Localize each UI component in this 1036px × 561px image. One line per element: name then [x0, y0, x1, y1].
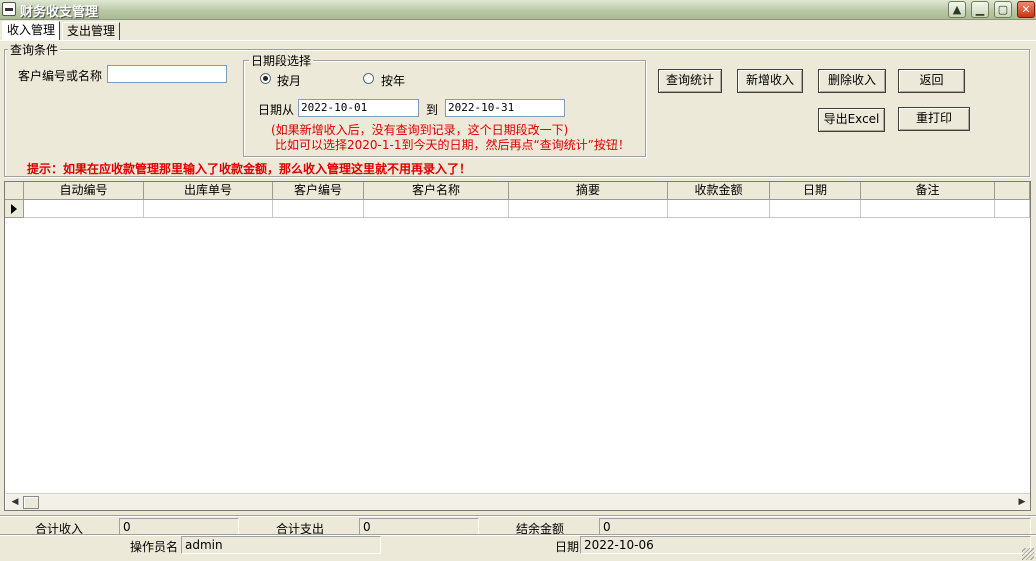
scroll-right-icon[interactable]: ▶ — [1016, 496, 1028, 508]
back-button[interactable]: 返回 — [898, 69, 965, 93]
tab-expense[interactable]: 支出管理 — [62, 22, 121, 40]
column-header[interactable]: 客户名称 — [364, 182, 509, 200]
restore-up-icon[interactable]: ▲ — [948, 1, 966, 18]
date-to-input[interactable]: 2022-10-31 — [445, 99, 565, 117]
summary-divider — [0, 515, 1036, 517]
radio-by-month-label[interactable]: 按月 — [277, 72, 301, 89]
date-note-line2: 比如可以选择2020-1-1到今天的日期，然后再点“查询统计”按钮！ — [275, 138, 630, 152]
title-bar[interactable]: 财务收支管理 ▲ ▁ ▢ ✕ — [0, 0, 1036, 20]
row-indicator[interactable] — [5, 200, 24, 218]
tab-divider — [0, 40, 1036, 41]
operator-label: 操作员名 — [130, 540, 179, 554]
tip-text: 提示：如果在应收款管理那里输入了收款金额，那么收入管理这里就不用再录入了！ — [27, 162, 472, 176]
table-cell[interactable] — [995, 200, 1030, 218]
current-row-pointer-icon — [11, 204, 17, 214]
scroll-left-icon[interactable]: ◀ — [9, 496, 21, 508]
column-header-filler — [995, 182, 1030, 200]
table-cell[interactable] — [861, 200, 995, 218]
delete-income-button[interactable]: 删除收入 — [818, 69, 886, 93]
column-header[interactable]: 收款金额 — [668, 182, 770, 200]
date-value: 2022-10-06 — [580, 536, 1031, 554]
income-data-grid[interactable]: 自动编号 出库单号 客户编号 客户名称 摘要 收款金额 日期 备注 ◀ ▶ — [4, 181, 1031, 511]
table-cell[interactable] — [668, 200, 770, 218]
horizontal-scrollbar[interactable]: ◀ ▶ — [6, 493, 1030, 510]
date-to-label: 到 — [426, 103, 439, 117]
column-header[interactable]: 备注 — [861, 182, 995, 200]
radio-by-month[interactable] — [260, 73, 271, 84]
table-cell[interactable] — [273, 200, 364, 218]
table-cell[interactable] — [509, 200, 668, 218]
table-cell[interactable] — [770, 200, 861, 218]
table-cell[interactable] — [24, 200, 144, 218]
close-icon[interactable]: ✕ — [1017, 1, 1035, 18]
app-menu-icon[interactable] — [2, 2, 16, 16]
reprint-button[interactable]: 重打印 — [898, 107, 970, 131]
date-range-label: 日期段选择 — [249, 52, 314, 69]
column-header[interactable]: 出库单号 — [144, 182, 273, 200]
minimize-icon[interactable]: ▁ — [971, 1, 989, 18]
radio-by-year[interactable] — [363, 73, 374, 84]
column-header[interactable]: 客户编号 — [273, 182, 364, 200]
column-header[interactable]: 自动编号 — [24, 182, 144, 200]
table-cell[interactable] — [144, 200, 273, 218]
query-conditions-label: 查询条件 — [8, 41, 61, 58]
date-from-input[interactable]: 2022-10-01 — [298, 99, 419, 117]
radio-by-year-label[interactable]: 按年 — [381, 72, 405, 89]
resize-grip-icon[interactable] — [1022, 548, 1034, 560]
table-cell[interactable] — [364, 200, 509, 218]
scroll-thumb[interactable] — [23, 496, 39, 509]
column-header[interactable]: 日期 — [770, 182, 861, 200]
export-excel-button[interactable]: 导出Excel — [818, 108, 885, 132]
grid-corner — [5, 182, 24, 200]
operator-value: admin — [181, 536, 381, 554]
date-label: 日期 — [555, 540, 580, 554]
window-title: 财务收支管理 — [20, 5, 99, 20]
query-stats-button[interactable]: 查询统计 — [658, 69, 722, 93]
maximize-icon[interactable]: ▢ — [994, 1, 1012, 18]
customer-label: 客户编号或名称 — [18, 69, 103, 83]
tab-income[interactable]: 收入管理 — [2, 21, 61, 41]
add-income-button[interactable]: 新增收入 — [737, 69, 803, 93]
customer-search-input[interactable] — [107, 65, 227, 83]
column-header[interactable]: 摘要 — [509, 182, 668, 200]
date-from-label: 日期从 — [258, 103, 295, 117]
